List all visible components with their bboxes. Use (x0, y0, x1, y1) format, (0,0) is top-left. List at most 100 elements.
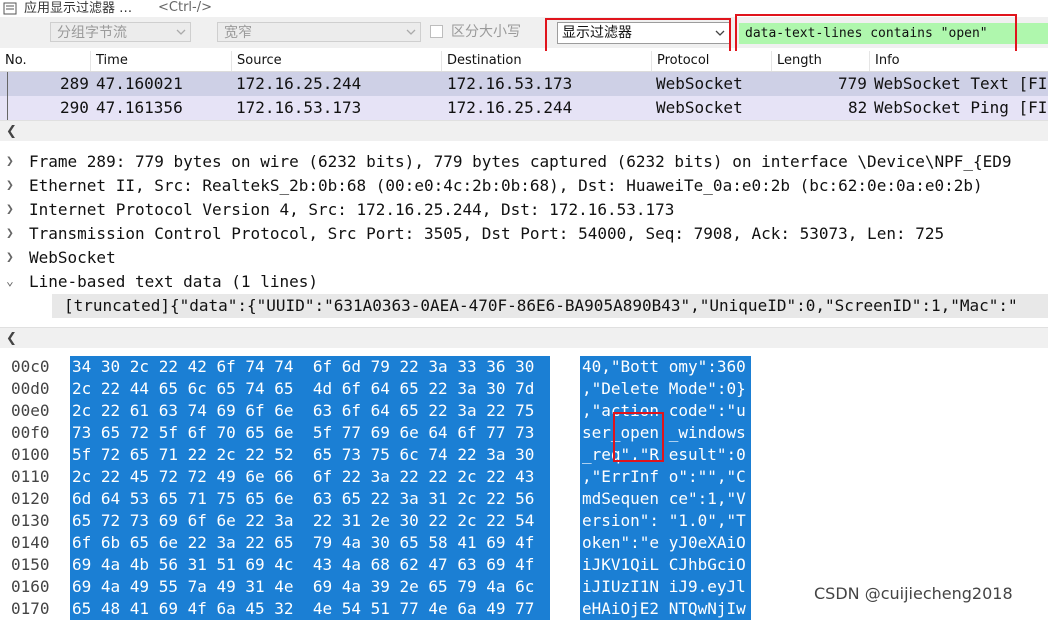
char-width-combo[interactable]: 分组字节流 (50, 22, 191, 42)
tree-item-websocket[interactable]: ❯ WebSocket (0, 246, 1048, 270)
column-protocol[interactable]: Protocol (652, 51, 772, 71)
tree-item-label: Transmission Control Protocol, Src Port:… (29, 224, 945, 243)
tree-item-label: Ethernet II, Src: RealtekS_2b:0b:68 (00:… (29, 176, 983, 195)
packet-protocol: WebSocket (656, 98, 743, 117)
hex-ascii[interactable]: iJKV1QiL CJhbGciO (580, 554, 751, 576)
tree-item-label: Frame 289: 779 bytes on wire (6232 bits)… (29, 152, 1012, 171)
packet-list-scrollbar[interactable]: ❮ (0, 120, 1048, 141)
packet-length: 779 (838, 74, 867, 93)
tree-item-truncated-line[interactable]: [truncated]{"data":{"UUID":"631A0363-0AE… (52, 294, 1048, 318)
hex-bytes[interactable]: 2c 22 44 65 6c 65 74 65 4d 6f 64 65 22 3… (70, 378, 550, 400)
tree-item-frame[interactable]: ❯ Frame 289: 779 bytes on wire (6232 bit… (0, 150, 1048, 174)
packet-destination: 172.16.25.244 (447, 98, 573, 117)
packet-destination: 172.16.53.173 (447, 74, 573, 93)
hex-ascii[interactable]: eHAiOjE2 NTQwNjIw (580, 598, 751, 620)
case-sensitive-label: 区分大小写 (451, 24, 521, 40)
chevron-right-icon[interactable]: ❯ (6, 246, 18, 270)
packet-time: 47.161356 (96, 98, 183, 117)
hex-bytes[interactable]: 73 65 72 5f 6f 70 65 6e 5f 77 69 6e 64 6… (70, 422, 550, 444)
hex-offset: 00c0 (11, 357, 50, 376)
packet-time: 47.160021 (96, 74, 183, 93)
hex-bytes[interactable]: 5f 72 65 71 22 2c 22 52 65 73 75 6c 74 2… (70, 444, 550, 466)
tree-item-ipv4[interactable]: ❯ Internet Protocol Version 4, Src: 172.… (0, 198, 1048, 222)
hex-row[interactable]: 0130 65 72 73 69 6f 6e 22 3a 22 31 2e 30 … (0, 510, 1048, 532)
tree-item-text-data[interactable]: ⌄ Line-based text data (1 lines) (0, 270, 1048, 294)
packet-source: 172.16.25.244 (236, 74, 362, 93)
scroll-left-icon[interactable]: ❮ (6, 124, 17, 139)
column-time[interactable]: Time (91, 51, 232, 71)
column-source[interactable]: Source (232, 51, 442, 71)
hex-bytes[interactable]: 6d 64 53 65 71 75 65 6e 63 65 22 3a 31 2… (70, 488, 550, 510)
hex-offset: 0130 (11, 511, 50, 530)
details-scrollbar[interactable]: ❮ (0, 327, 1048, 348)
hex-offset: 0140 (11, 533, 50, 552)
hex-offset: 0170 (11, 599, 50, 618)
hex-row[interactable]: 00e0 2c 22 61 63 74 69 6f 6e 63 6f 64 65 … (0, 400, 1048, 422)
hex-ascii[interactable]: mdSequen ce":1,"V (580, 488, 751, 510)
chevron-right-icon[interactable]: ❯ (6, 150, 18, 174)
chevron-right-icon[interactable]: ❯ (6, 174, 18, 198)
hex-row[interactable]: 00d0 2c 22 44 65 6c 65 74 65 4d 6f 64 65 … (0, 378, 1048, 400)
hex-ascii[interactable]: oken":"e yJ0eXAiO (580, 532, 751, 554)
truncated-text: [truncated]{"data":{"UUID":"631A0363-0AE… (64, 296, 1018, 315)
chevron-down-icon[interactable]: ⌄ (6, 270, 18, 294)
hex-bytes[interactable]: 34 30 2c 22 42 6f 74 74 6f 6d 79 22 3a 3… (70, 356, 550, 378)
packet-source: 172.16.53.173 (236, 98, 362, 117)
hex-ascii[interactable]: ersion": "1.0","T (580, 510, 751, 532)
hex-row[interactable]: 0110 2c 22 45 72 72 49 6e 66 6f 22 3a 22 … (0, 466, 1048, 488)
watermark: CSDN @cuijiecheng2018 (814, 584, 1013, 603)
annotation-box (613, 412, 664, 462)
hex-row[interactable]: 0140 6f 6b 65 6e 22 3a 22 65 79 4a 30 65 … (0, 532, 1048, 554)
hex-offset: 0120 (11, 489, 50, 508)
hex-row[interactable]: 0100 5f 72 65 71 22 2c 22 52 65 73 75 6c … (0, 444, 1048, 466)
tree-item-ethernet[interactable]: ❯ Ethernet II, Src: RealtekS_2b:0b:68 (0… (0, 174, 1048, 198)
chevron-down-icon (406, 29, 416, 35)
hex-offset: 00e0 (11, 401, 50, 420)
hex-bytes[interactable]: 69 4a 49 55 7a 49 31 4e 69 4a 39 2e 65 7… (70, 576, 550, 598)
hex-row[interactable]: 00f0 73 65 72 5f 6f 70 65 6e 5f 77 69 6e … (0, 422, 1048, 444)
width-combo[interactable]: 宽窄 (217, 22, 421, 42)
column-length[interactable]: Length (772, 51, 870, 71)
tree-item-label: WebSocket (29, 248, 116, 267)
hex-ascii[interactable]: ,"ErrInf o":"","C (580, 466, 751, 488)
hex-row[interactable]: 0120 6d 64 53 65 71 75 65 6e 63 65 22 3a … (0, 488, 1048, 510)
hex-offset: 0110 (11, 467, 50, 486)
packet-length: 82 (848, 98, 868, 117)
hex-ascii[interactable]: _req","R esult":0 (580, 444, 751, 466)
hex-row[interactable]: 00c0 34 30 2c 22 42 6f 74 74 6f 6d 79 22 … (0, 356, 1048, 378)
packet-info: WebSocket Text [FI (874, 74, 1048, 93)
column-info[interactable]: Info (870, 51, 1048, 71)
chevron-right-icon[interactable]: ❯ (6, 222, 18, 246)
hex-bytes[interactable]: 69 4a 4b 56 31 51 69 4c 43 4a 68 62 47 6… (70, 554, 550, 576)
hex-offset: 0150 (11, 555, 50, 574)
hex-bytes[interactable]: 65 48 41 69 4f 6a 45 32 4e 54 51 77 4e 6… (70, 598, 550, 620)
hex-offset: 00d0 (11, 379, 50, 398)
tree-item-label: Internet Protocol Version 4, Src: 172.16… (29, 200, 675, 219)
case-sensitive-checkbox[interactable] (430, 25, 443, 38)
tree-item-tcp[interactable]: ❯ Transmission Control Protocol, Src Por… (0, 222, 1048, 246)
row-marker (7, 72, 8, 96)
packet-row[interactable]: 290 47.161356 172.16.53.173 172.16.25.24… (0, 96, 1048, 120)
chevron-down-icon (176, 29, 186, 35)
scroll-left-icon[interactable]: ❮ (6, 331, 17, 346)
packet-no: 289 (60, 74, 89, 93)
tree-item-label: Line-based text data (1 lines) (29, 272, 318, 291)
hex-ascii[interactable]: ,"Delete Mode":0} (580, 378, 751, 400)
hex-ascii[interactable]: ser_open _windows (580, 422, 751, 444)
hex-row[interactable]: 0150 69 4a 4b 56 31 51 69 4c 43 4a 68 62 … (0, 554, 1048, 576)
hex-ascii[interactable]: 40,"Bott omy":360 (580, 356, 751, 378)
packet-row[interactable]: 289 47.160021 172.16.25.244 172.16.53.17… (0, 72, 1048, 96)
column-no[interactable]: No. (0, 51, 91, 71)
bookmark-icon[interactable] (3, 2, 17, 15)
hex-offset: 00f0 (11, 423, 50, 442)
hex-ascii[interactable]: ,"action code":"u (580, 400, 751, 422)
chevron-right-icon[interactable]: ❯ (6, 198, 18, 222)
hex-offset: 0160 (11, 577, 50, 596)
hex-bytes[interactable]: 2c 22 45 72 72 49 6e 66 6f 22 3a 22 22 2… (70, 466, 550, 488)
hex-bytes[interactable]: 65 72 73 69 6f 6e 22 3a 22 31 2e 30 22 2… (70, 510, 550, 532)
apply-filter-label: 应用显示过滤器 … (24, 1, 133, 16)
column-destination[interactable]: Destination (442, 51, 652, 71)
hex-bytes[interactable]: 2c 22 61 63 74 69 6f 6e 63 6f 64 65 22 3… (70, 400, 550, 422)
hex-bytes[interactable]: 6f 6b 65 6e 22 3a 22 65 79 4a 30 65 58 4… (70, 532, 550, 554)
hex-ascii[interactable]: iJIUzI1N iJ9.eyJl (580, 576, 751, 598)
